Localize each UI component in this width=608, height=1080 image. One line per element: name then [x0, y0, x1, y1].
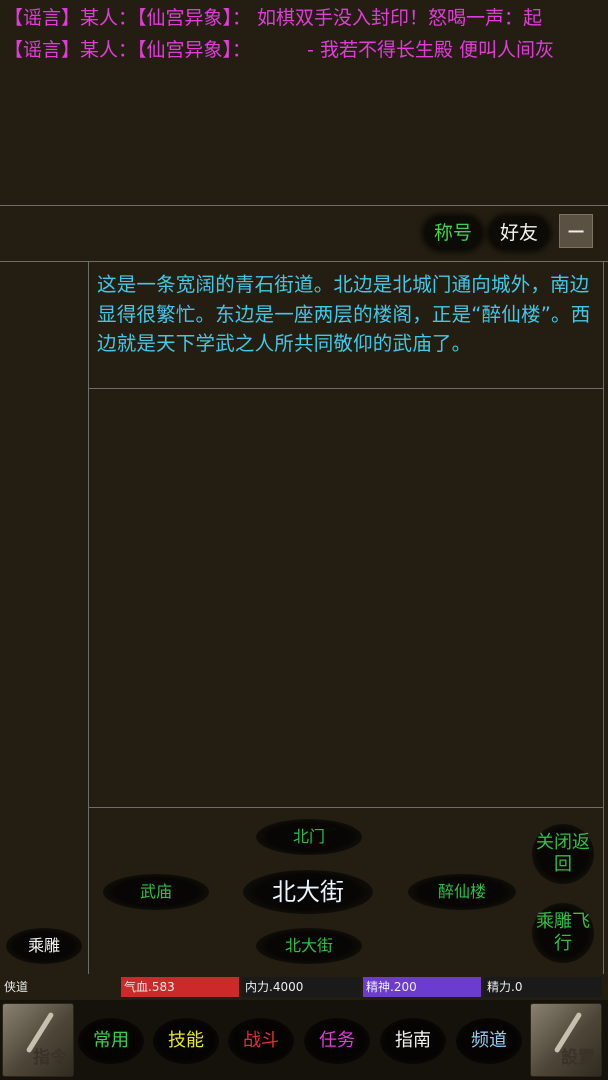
hp-label: 气血.583	[124, 980, 175, 994]
rumor-message: 如棋双手没入封印！怒喝一声：起	[257, 7, 543, 29]
rumor-source: 【仙宫异象】：	[137, 39, 252, 61]
close-return-button[interactable]: 关闭返回	[532, 824, 594, 884]
room-description: 这是一条宽阔的青石街道。北边是北城门通向城外，南边显得很繁忙。东边是一座两层的楼…	[97, 273, 591, 355]
command-label: 指令	[33, 1048, 67, 1068]
rumor-tag: 【谣言】	[4, 7, 81, 29]
rumor-message: - 我若不得长生殿 便叫人间灰	[307, 39, 554, 61]
divider	[89, 388, 604, 389]
exit-east[interactable]: 醉仙楼	[408, 874, 516, 910]
hp-bar: 气血.583	[121, 977, 239, 997]
neili-bar: 内力.4000	[242, 977, 360, 997]
current-location: 北大街	[243, 870, 373, 914]
friends-tab[interactable]: 好友	[490, 217, 548, 249]
menu-combat[interactable]: 战斗	[228, 1018, 294, 1064]
jingli-bar: 精力.0	[484, 977, 602, 997]
command-button[interactable]: 指令	[2, 1003, 74, 1077]
jingshen-label: 精神.200	[366, 980, 417, 994]
menu-skills[interactable]: 技能	[153, 1018, 219, 1064]
character-name: 侠道	[4, 980, 29, 994]
divider	[88, 262, 89, 974]
exit-north[interactable]: 北门	[256, 819, 362, 855]
rumor-speaker: 某人：	[80, 39, 138, 61]
menu-guide[interactable]: 指南	[380, 1018, 446, 1064]
settings-button[interactable]: 設置	[530, 1003, 602, 1077]
rumor-tag: 【谣言】	[4, 39, 81, 61]
ride-eagle-button[interactable]: 乘雕	[6, 928, 82, 964]
jingli-label: 精力.0	[487, 980, 523, 994]
rumor-line: 【谣言】某人：【仙宫异象】： - 我若不得长生殿 便叫人间灰	[4, 35, 608, 65]
divider	[89, 807, 604, 808]
divider	[0, 261, 608, 262]
jingshen-bar: 精神.200	[363, 977, 481, 997]
divider	[603, 262, 604, 974]
menu-common[interactable]: 常用	[78, 1018, 144, 1064]
rumor-line: 【谣言】某人：【仙宫异象】： 如棋双手没入封印！怒喝一声：起	[4, 3, 608, 33]
title-tab[interactable]: 称号	[425, 217, 481, 249]
menu-quests[interactable]: 任务	[304, 1018, 370, 1064]
rumor-speaker: 某人：	[80, 7, 138, 29]
rumor-source: 【仙宫异象】：	[137, 7, 252, 29]
collapse-button[interactable]: −	[559, 214, 593, 248]
divider	[0, 205, 608, 206]
neili-label: 内力.4000	[245, 980, 304, 994]
fly-button[interactable]: 乘雕飞行	[532, 903, 594, 963]
exit-west[interactable]: 武庙	[103, 874, 209, 910]
settings-label: 設置	[561, 1048, 595, 1068]
exit-south[interactable]: 北大街	[256, 928, 362, 964]
menu-channels[interactable]: 频道	[456, 1018, 522, 1064]
